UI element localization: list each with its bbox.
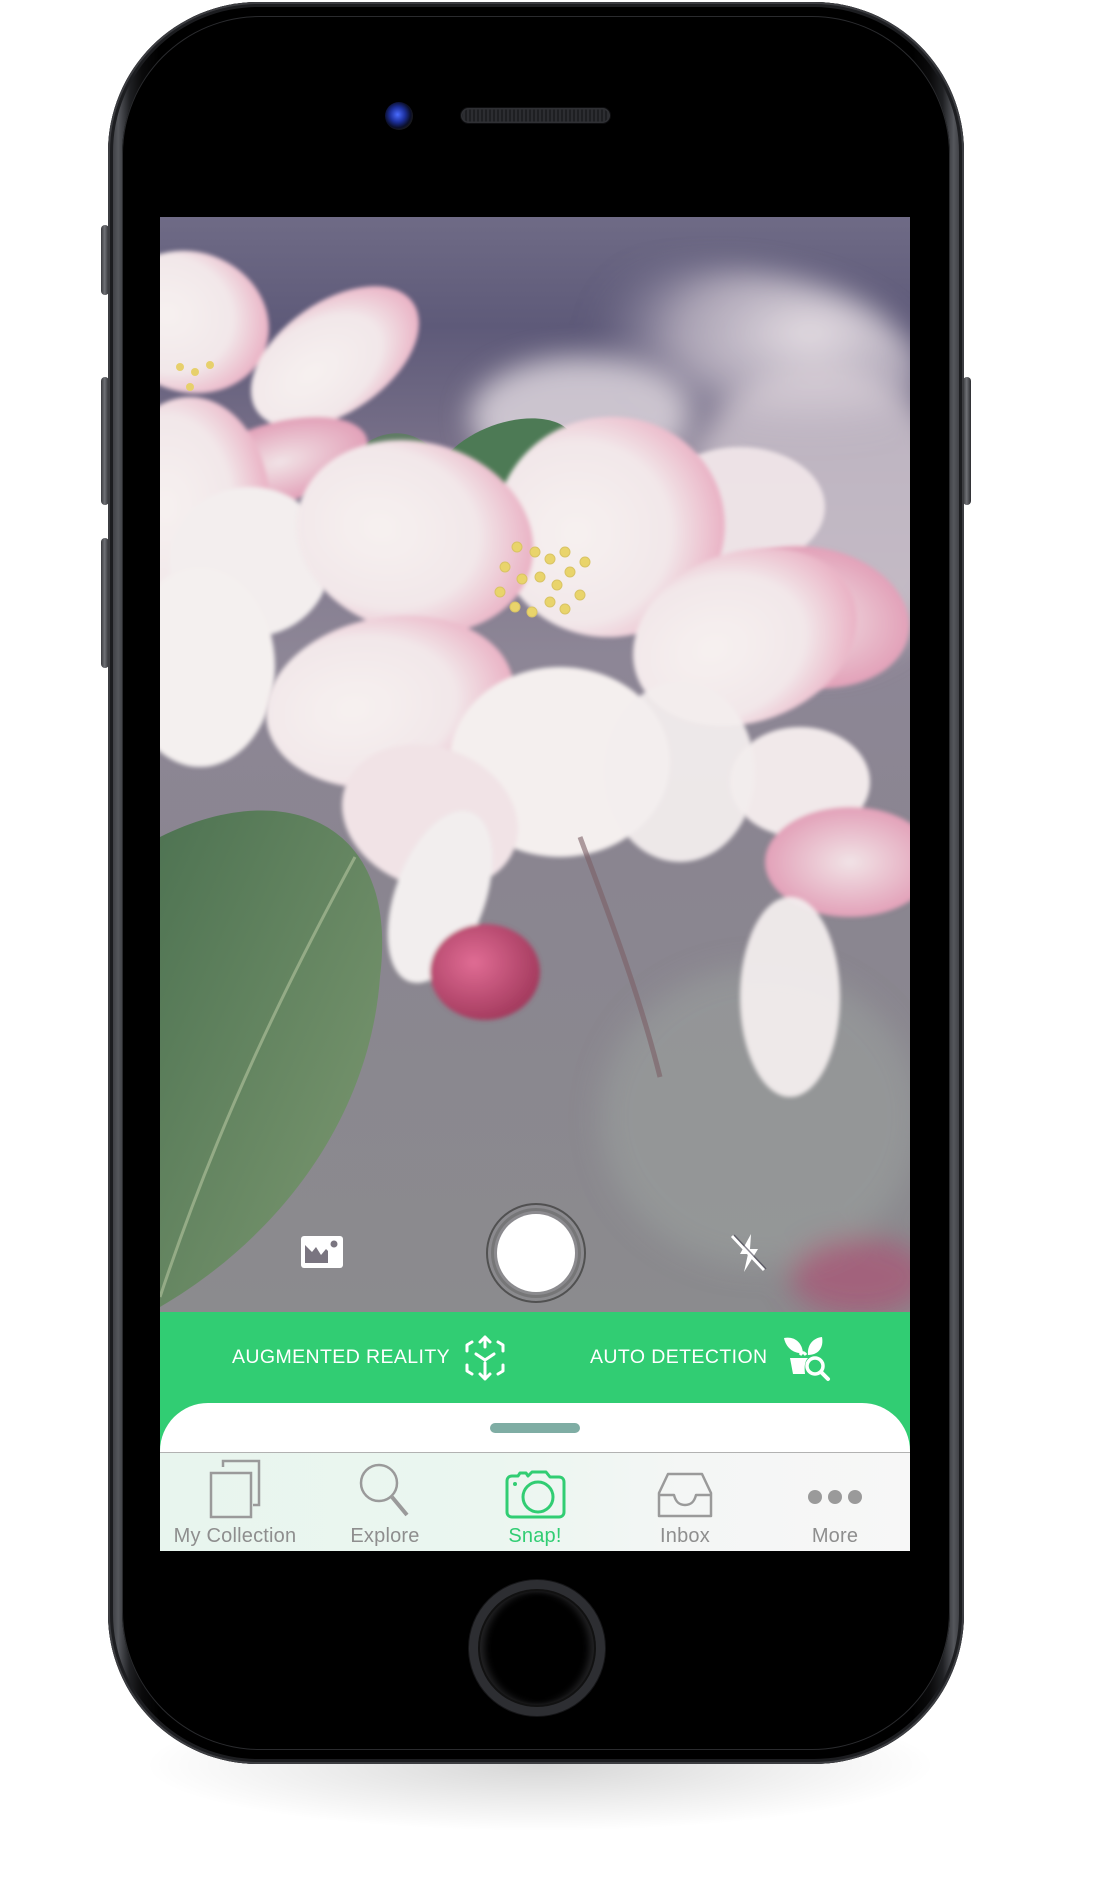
more-dots-icon <box>808 1490 862 1504</box>
app-screen: AUGMENTED REALITY AUTO DETECTION My Coll… <box>160 217 910 1551</box>
shutter-button[interactable] <box>486 1203 586 1303</box>
ar-cube-icon <box>465 1335 505 1380</box>
tab-label: More <box>811 1525 859 1547</box>
augmented-reality-label: AUGMENTED REALITY <box>232 1346 451 1368</box>
collection-icon <box>209 1459 261 1519</box>
auto-detection-label: AUTO DETECTION <box>590 1346 768 1368</box>
tab-snap[interactable]: Snap! <box>460 1453 610 1551</box>
tab-inbox[interactable]: Inbox <box>610 1453 760 1551</box>
tab-bar: My Collection Explore Snap! Inbox More <box>160 1452 910 1551</box>
tab-my-collection[interactable]: My Collection <box>160 1453 310 1551</box>
viewfinder-photo <box>160 250 910 1312</box>
tab-label: Explore <box>350 1525 420 1547</box>
gallery-image-icon <box>301 1236 343 1268</box>
sheet-drag-handle[interactable] <box>490 1423 580 1433</box>
auto-detection-button[interactable]: AUTO DETECTION <box>590 1312 832 1403</box>
flash-toggle-button[interactable] <box>728 1232 768 1274</box>
power-button <box>963 377 971 505</box>
flash-off-icon <box>730 1234 767 1272</box>
front-camera-lens <box>385 102 413 130</box>
tab-label: Inbox <box>660 1525 710 1547</box>
tab-more[interactable]: More <box>760 1453 910 1551</box>
camera-viewfinder[interactable] <box>160 217 910 1312</box>
tab-label: My Collection <box>173 1525 297 1547</box>
gallery-button[interactable] <box>300 1235 346 1271</box>
augmented-reality-button[interactable]: AUGMENTED REALITY <box>232 1312 506 1403</box>
shutter-disk <box>497 1214 575 1292</box>
inbox-tray-icon <box>657 1472 713 1518</box>
tab-label: Snap! <box>508 1525 562 1547</box>
search-icon <box>359 1463 409 1517</box>
tab-explore[interactable]: Explore <box>310 1453 460 1551</box>
plant-search-icon <box>783 1336 830 1381</box>
earpiece-speaker <box>461 108 610 123</box>
home-button[interactable] <box>469 1580 605 1716</box>
camera-icon <box>505 1470 566 1519</box>
